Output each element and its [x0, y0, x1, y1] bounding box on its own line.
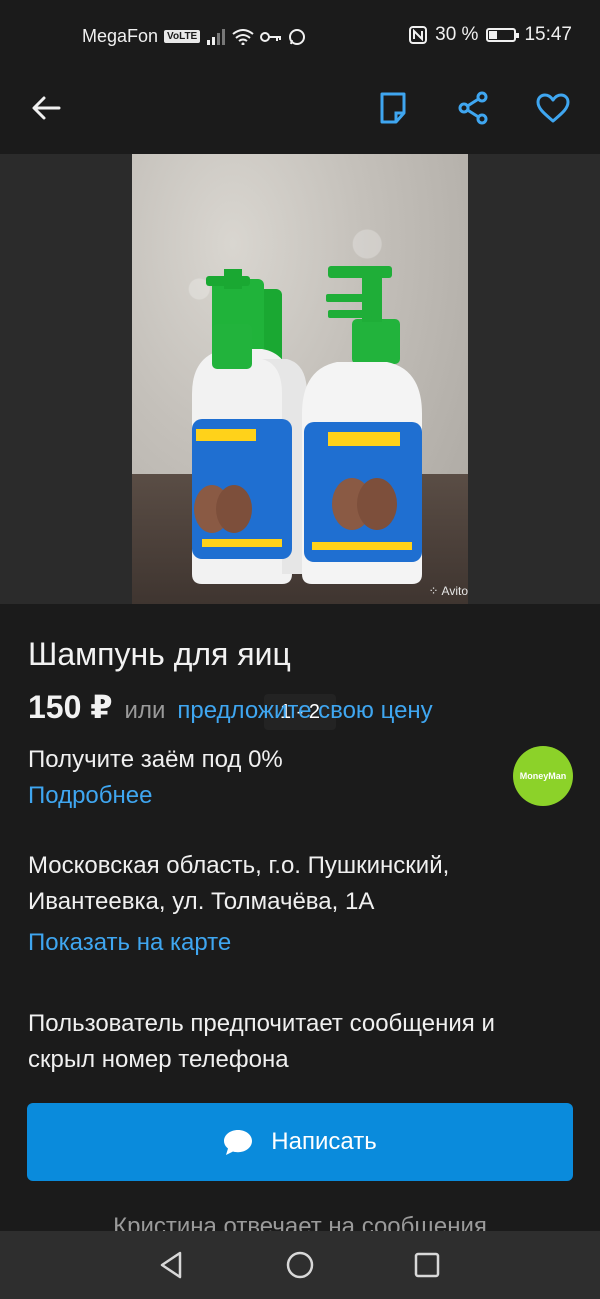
note-icon: [380, 92, 406, 124]
signal-icon: [207, 28, 226, 45]
share-button[interactable]: [451, 86, 495, 130]
or-text: или: [124, 697, 166, 724]
loan-more-link[interactable]: Подробнее: [28, 782, 152, 810]
app-toolbar: [0, 62, 600, 154]
share-icon: [458, 91, 488, 125]
chat-bubble-icon: [224, 1130, 253, 1155]
clock: 15:47: [524, 24, 572, 45]
product-photo[interactable]: ⁘ Avito: [132, 154, 468, 604]
battery-fill: [489, 31, 497, 39]
avito-watermark: ⁘ Avito: [428, 584, 468, 598]
address-line-1: Московская область, г.о. Пушкинский,: [28, 852, 450, 879]
nav-recents-icon[interactable]: [411, 1249, 443, 1281]
back-arrow-icon: [32, 96, 61, 120]
status-right: 30 % 15:47: [409, 24, 572, 46]
moneyman-logo[interactable]: MoneyMan: [513, 746, 573, 806]
whatsapp-icon: [289, 28, 306, 45]
write-message-button[interactable]: Написать: [27, 1103, 573, 1181]
status-bar: MegaFon VoLTE 30 % 15:47: [0, 0, 600, 62]
volte-badge: VoLTE: [164, 30, 201, 43]
address: Московская область, г.о. Пушкинский, Ива…: [28, 848, 568, 920]
heart-icon: [536, 93, 570, 123]
battery-icon: [486, 28, 520, 42]
offer-price-link[interactable]: предложите свою цену: [177, 697, 432, 725]
contact-preference-line-1: Пользователь предпочитает сообщения и: [28, 1010, 495, 1037]
wifi-icon: [232, 28, 254, 45]
contact-preference: Пользователь предпочитает сообщения и ск…: [28, 1006, 568, 1078]
key-icon: [260, 31, 282, 42]
note-button[interactable]: [371, 86, 415, 130]
nav-home-icon[interactable]: [284, 1249, 316, 1281]
avito-watermark-text: Avito: [441, 584, 468, 598]
back-button[interactable]: [24, 86, 68, 130]
price: 150 ₽: [28, 689, 113, 725]
photo-gallery[interactable]: ⁘ Avito 1 - 2: [0, 154, 600, 730]
battery-percent: 30 %: [435, 24, 479, 45]
show-on-map-link[interactable]: Показать на карте: [28, 929, 231, 957]
contact-preference-line-2: скрыл номер телефона: [28, 1046, 289, 1073]
loan-text: Получите заём под 0%: [28, 746, 283, 773]
listing-title: Шампунь для яиц: [28, 636, 291, 672]
price-row: 150 ₽ или предложите свою цену: [28, 688, 433, 726]
system-nav-bar: [0, 1231, 600, 1299]
favorite-button[interactable]: [531, 86, 575, 130]
shampoo-bottles-image: [192, 266, 422, 584]
write-message-label: Написать: [271, 1128, 377, 1155]
avito-dots-icon: ⁘: [428, 584, 439, 598]
nfc-icon: [409, 26, 428, 44]
nav-back-icon[interactable]: [156, 1249, 188, 1281]
address-line-2: Ивантеевка, ул. Толмачёва, 1А: [28, 888, 375, 915]
status-left: MegaFon VoLTE: [82, 26, 306, 47]
carrier-name: MegaFon: [82, 26, 159, 46]
